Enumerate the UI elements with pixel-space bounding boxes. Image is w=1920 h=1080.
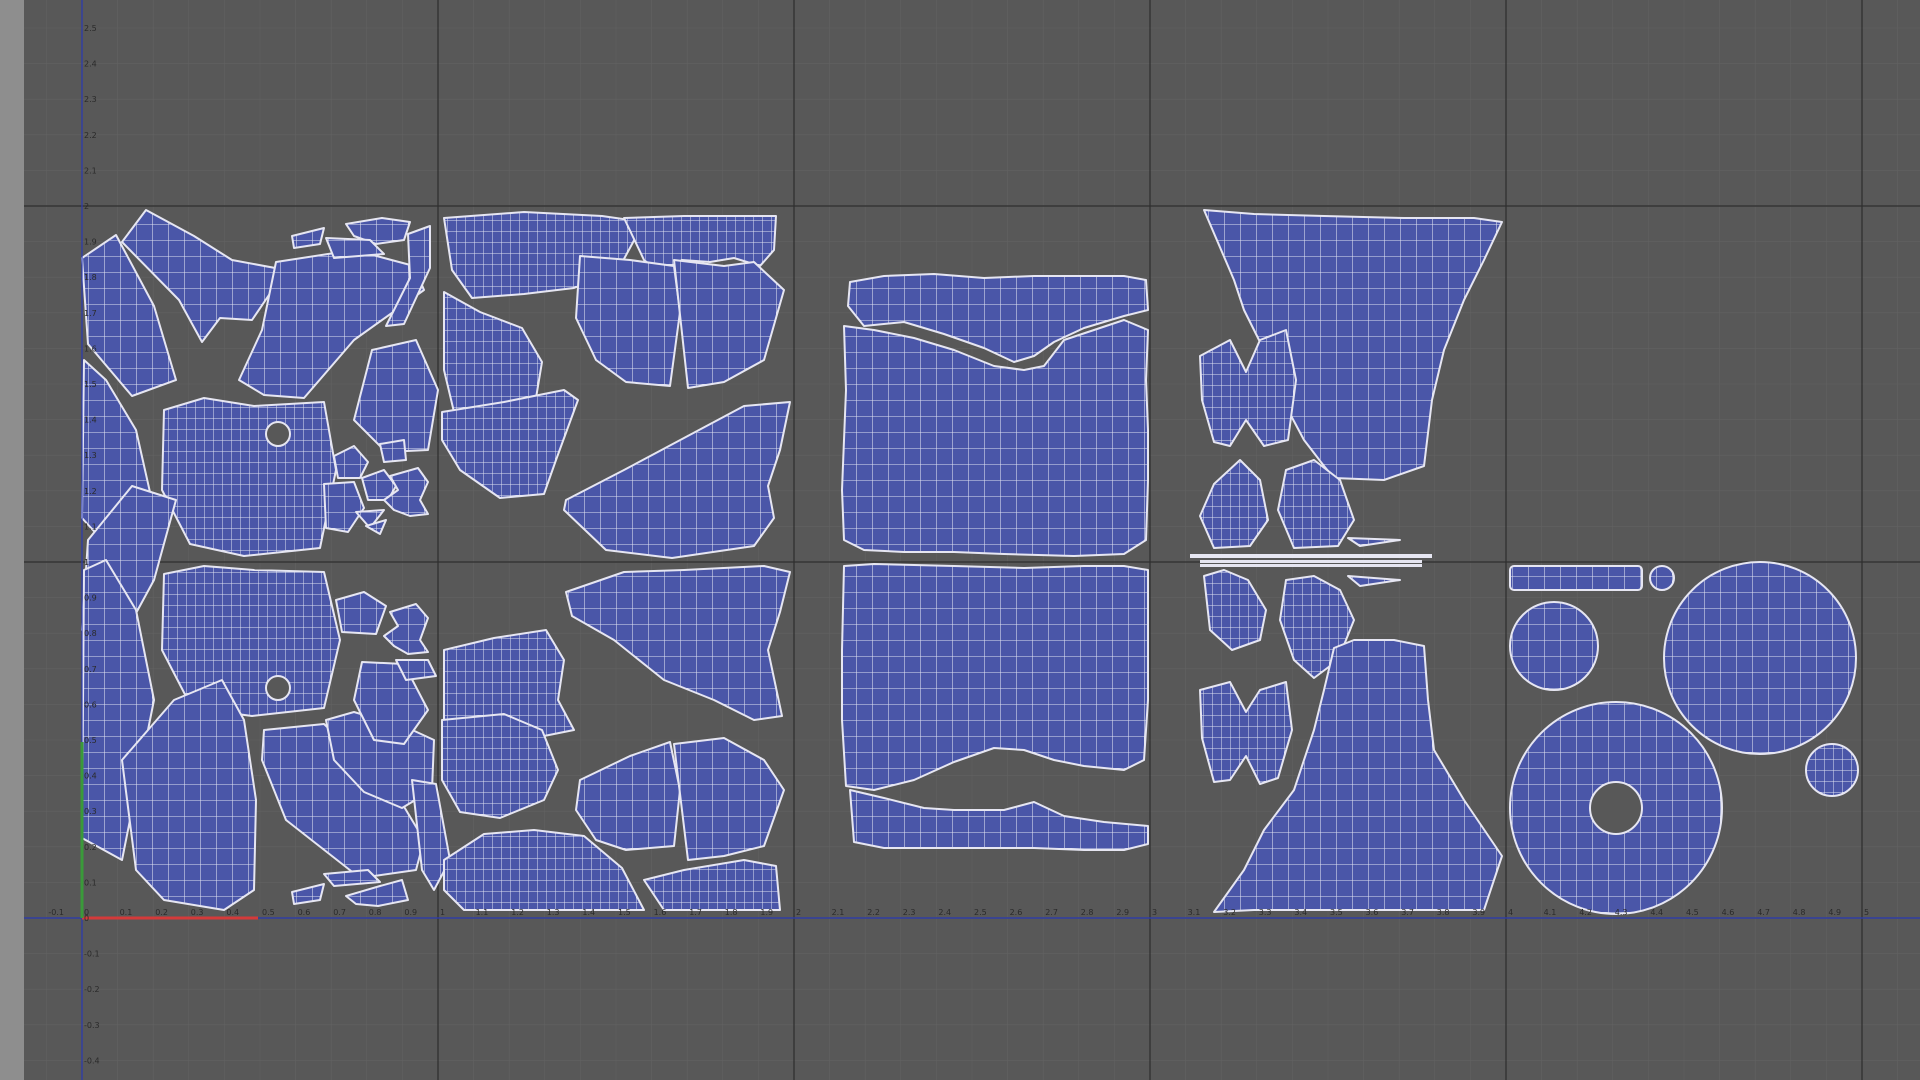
v-tick-label: 0.8: [84, 629, 97, 638]
u-tick-label: 2.7: [1045, 908, 1058, 917]
u-tick-label: 0.2: [155, 908, 168, 917]
v-tick-label: 0.6: [84, 700, 97, 709]
v-tick-label: 0.3: [84, 807, 97, 816]
u-tick-label: 3.8: [1437, 908, 1450, 917]
u-tick-label: 4.3: [1615, 908, 1628, 917]
u-tick-label: 4.4: [1650, 908, 1663, 917]
v-tick-label: 1.1: [84, 522, 97, 531]
v-tick-label: 1.2: [84, 487, 97, 496]
u-tick-label: 0.5: [262, 908, 275, 917]
v-tick-label: 2.1: [84, 166, 97, 175]
u-tick-label: 3.4: [1294, 908, 1307, 917]
u-tick-label: 4.5: [1686, 908, 1699, 917]
u-tick-label: 0.8: [369, 908, 382, 917]
v-tick-label: -0.1: [84, 950, 100, 959]
torso-shell-top[interactable]: [841, 273, 1149, 557]
u-tick-label: 3.1: [1188, 908, 1201, 917]
v-tick-label: 2.5: [84, 24, 97, 33]
u-tick-label: 4.1: [1544, 908, 1557, 917]
v-tick-label: 0.1: [84, 878, 97, 887]
u-tick-label: 1.7: [689, 908, 702, 917]
v-tick-label: 1.6: [84, 344, 97, 353]
v-tick-label: 2: [84, 202, 89, 211]
u-tick-label: 1.3: [547, 908, 560, 917]
v-tick-label: 0.7: [84, 665, 97, 674]
u-tick-label: 4.8: [1793, 908, 1806, 917]
u-tick-label: 4.2: [1579, 908, 1592, 917]
v-tick-label: 1.3: [84, 451, 97, 460]
u-tick-label: 4.9: [1828, 908, 1841, 917]
u-tick-label: 1.4: [582, 908, 595, 917]
v-tick-label: 0: [84, 914, 89, 923]
v-tick-label: 2.2: [84, 131, 97, 140]
v-tick-label: -0.2: [84, 985, 100, 994]
u-tick-label: 1.1: [476, 908, 489, 917]
u-tick-label: 3.5: [1330, 908, 1343, 917]
u-tick-label: 1.9: [760, 908, 773, 917]
v-tick-label: 1.8: [84, 273, 97, 282]
v-tick-label: 0.5: [84, 736, 97, 745]
skirt-shell-top[interactable]: [1190, 209, 1503, 563]
u-tick-label: 1.6: [654, 908, 667, 917]
left-toolbar-strip: [0, 0, 24, 1080]
u-tick-label: 3.2: [1223, 908, 1236, 917]
cylinder-and-disc-shells[interactable]: [1509, 561, 1859, 915]
u-tick-label: 2.6: [1010, 908, 1023, 917]
u-tick-label: 0.9: [404, 908, 417, 917]
v-tick-label: 1: [84, 558, 89, 567]
u-tick-label: 0.3: [191, 908, 204, 917]
u-tick-label: 3.6: [1366, 908, 1379, 917]
uv-viewport[interactable]: -0.1 0 0.1 0.2 0.3 0.4 0.5 0.6 0.7 0.8 0.9 1 1.1 1.2 1…: [24, 0, 1920, 1080]
u-tick-label: 2.8: [1081, 908, 1094, 917]
u-tick-label: 2: [796, 908, 801, 917]
u-tick-label: 5: [1864, 908, 1869, 917]
u-tick-label: 1.5: [618, 908, 631, 917]
v-tick-label: 2.4: [84, 60, 97, 69]
u-tick-label: 0.6: [298, 908, 311, 917]
v-tick-label: 1.9: [84, 238, 97, 247]
v-tick-label: 1.4: [84, 416, 97, 425]
u-tick-label: 2.4: [938, 908, 951, 917]
u-tick-label: 2.9: [1116, 908, 1129, 917]
u-tick-label: 4.7: [1757, 908, 1770, 917]
u-tick-label: -0.1: [48, 908, 64, 917]
v-tick-label: -0.3: [84, 1021, 100, 1030]
v-tick-label: 1.5: [84, 380, 97, 389]
u-tick-label: 0.1: [120, 908, 133, 917]
skirt-shell-bottom[interactable]: [1199, 564, 1503, 913]
v-tick-label: 0.2: [84, 843, 97, 852]
v-tick-label: 1.7: [84, 309, 97, 318]
u-tick-label: 2.5: [974, 908, 987, 917]
v-tick-label: 0.9: [84, 594, 97, 603]
u-tick-label: 3.9: [1472, 908, 1485, 917]
u-tick-label: 2.1: [832, 908, 845, 917]
u-tick-label: 3: [1152, 908, 1157, 917]
u-tick-label: 1: [440, 908, 445, 917]
v-tick-label: 2.3: [84, 95, 97, 104]
u-tick-label: 1.2: [511, 908, 524, 917]
u-tick-label: 0.4: [226, 908, 239, 917]
v-tick-label: -0.4: [84, 1056, 100, 1065]
u-tick-label: 4.6: [1722, 908, 1735, 917]
u-tick-label: 3.3: [1259, 908, 1272, 917]
u-tick-label: 2.2: [867, 908, 880, 917]
u-tick-label: 4: [1508, 908, 1513, 917]
u-tick-label: 3.7: [1401, 908, 1414, 917]
torso-shell-bottom[interactable]: [841, 563, 1149, 851]
v-tick-label: 0.4: [84, 772, 97, 781]
u-tick-label: 2.3: [903, 908, 916, 917]
u-tick-label: 0.7: [333, 908, 346, 917]
u-tick-label: 1.8: [725, 908, 738, 917]
